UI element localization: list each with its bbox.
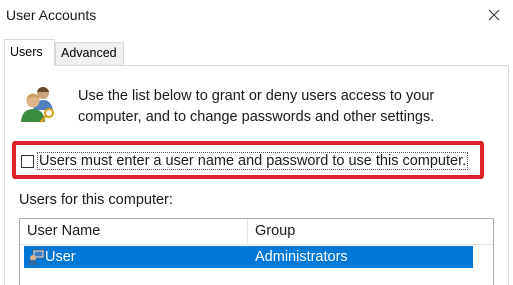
users-description: Use the list below to grant or deny user…: [78, 88, 435, 125]
tab-advanced[interactable]: Advanced: [55, 42, 124, 65]
user-account-icon: [28, 249, 45, 265]
tab-users[interactable]: Users: [4, 39, 55, 66]
users-list-header: User Name Group: [20, 219, 493, 245]
users-list[interactable]: User Name Group User Administrators: [19, 218, 494, 285]
user-accounts-window: User Accounts Users Advanced Use the lis…: [0, 0, 513, 285]
require-login-checkbox[interactable]: [21, 154, 34, 168]
user-name-cell: User: [45, 249, 76, 265]
users-group-icon: [21, 86, 54, 123]
window-title: User Accounts: [6, 7, 97, 23]
close-button[interactable]: [479, 1, 509, 29]
column-header-group[interactable]: Group: [248, 219, 493, 244]
close-icon: [488, 9, 500, 21]
users-list-label: Users for this computer:: [19, 192, 173, 208]
table-row[interactable]: User Administrators: [24, 246, 473, 268]
column-header-user-name[interactable]: User Name: [20, 219, 248, 244]
require-login-checkbox-label[interactable]: Users must enter a user name and passwor…: [36, 152, 469, 170]
group-cell: Administrators: [255, 249, 348, 265]
require-login-checkbox-row[interactable]: Users must enter a user name and passwor…: [21, 151, 469, 171]
title-bar: User Accounts: [0, 0, 513, 32]
